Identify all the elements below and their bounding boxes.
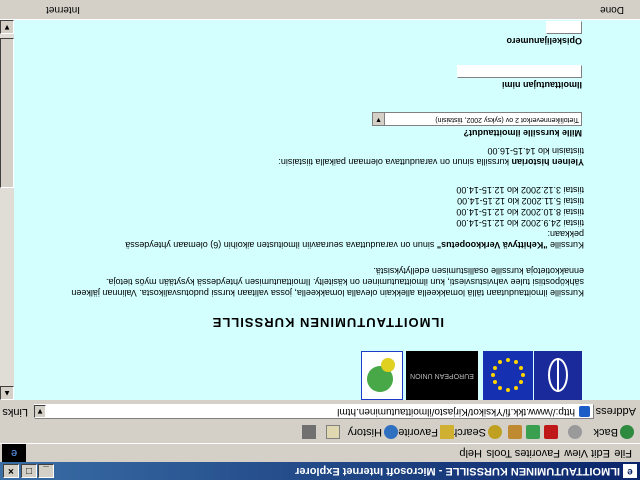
university-logo [534,351,582,400]
print-button[interactable] [300,424,316,440]
vertical-scrollbar[interactable]: ▲ ▼ [0,20,14,400]
close-button[interactable]: × [3,464,19,478]
history-icon [384,424,398,439]
eu-stars-icon [491,358,525,392]
course1-prefix: Kurssille [549,240,584,250]
favorites-button[interactable]: Favorites [393,424,454,440]
status-text: Done [600,4,624,15]
eu-flag-logo [483,351,533,400]
scroll-up-button[interactable]: ▲ [0,386,14,400]
course1-label: pekkaan: [547,229,584,239]
favorites-label: Favorites [392,426,438,438]
print-icon [302,424,316,439]
crest-icon [548,358,568,392]
window-title: ILMOITTAUTUMINEN KURSSILLE - Microsoft I… [295,465,620,477]
back-button[interactable]: Back [594,424,634,440]
course2-text: Yleinen historian kurssilla sinun on var… [278,156,584,167]
student-number-input[interactable] [546,21,582,34]
course-question-label: Mille kurssille ilmoittaudut? [463,128,582,138]
home-button[interactable] [506,424,522,440]
course1-suffix: sinun on varauduttava seuraaviin ilmoitu… [125,240,435,250]
status-bar: Done Internet [0,0,640,20]
screen: e ILMOITTAUTUMINEN KURSSILLE - Microsoft… [0,0,640,480]
intro-line-2: sähköpostiisi tulee vahvistusviesti, kun… [105,277,584,287]
green-globe-icon [367,358,395,392]
page-content: EUROPEAN UNION ILMOITTAUTUMINEN KURSSILL… [14,20,640,400]
menu-tools[interactable]: Tools [486,447,512,459]
zone-text: Internet [46,4,80,15]
menu-bar: File Edit View Favorites Tools Help e [0,444,640,462]
course2-suffix: kurssilla sinun on varauduttava olemaan … [278,157,509,167]
european-union-logo: EUROPEAN UNION [406,351,478,400]
back-label: Back [593,426,618,438]
menu-help[interactable]: Help [459,447,482,459]
ie-throbber-icon: e [2,444,26,462]
page-title: ILMOITTAUTUMINEN KURSSILLE [211,315,444,330]
menu-file[interactable]: File [614,447,632,459]
course2-prefix: Yleinen historian [511,157,584,167]
date-item: tiistai 5.11.2002 klo 12.15-14.00 [457,196,584,206]
address-input[interactable]: http://www.tkk.fi/Yksikot/Kirjasto/ilmoi… [34,404,594,419]
forward-button[interactable] [566,424,582,440]
maximize-button[interactable]: □ [21,464,37,478]
home-icon [508,424,522,439]
name-input[interactable] [457,65,582,78]
ie-icon: e [623,464,637,478]
history-label: History [347,426,382,438]
course1-name: "Kehittyvä Verkkoopetus" [436,240,548,250]
search-button[interactable]: Search [451,424,502,440]
address-url: http://www.tkk.fi/Yksikot/Kirjasto/ilmoi… [337,406,575,417]
name-label: Ilmoittautujan nimi [502,80,582,90]
intro-line-3: ennakkotietoja kurssille osallistumisen … [373,266,584,276]
course1-text: Kurssille "Kehittyvä Verkkoopetus" sinun… [125,239,584,250]
date-item: tiistai 8.10.2002 klo 12.15-14.00 [456,207,584,217]
stop-button[interactable] [542,424,558,440]
chevron-down-icon[interactable]: ▼ [373,113,385,125]
mail-button[interactable] [324,424,340,440]
project-logo [361,351,403,400]
address-bar: Address http://www.tkk.fi/Yksikot/Kirjas… [0,401,640,421]
refresh-icon [526,424,540,439]
course-select[interactable]: Tietoliikenneverkot 2 ov (syksy 2002, ti… [372,112,582,126]
menu-edit[interactable]: Edit [591,447,610,459]
menu-favorites[interactable]: Favorites [515,447,560,459]
history-button[interactable]: History [348,424,398,440]
forward-arrow-icon [568,424,582,439]
course-select-value: Tietoliikenneverkot 2 ov (syksy 2002, ti… [435,116,579,123]
mail-icon [326,424,340,439]
date-item: tiistai 3.12.2002 klo 12.15-14.00 [456,185,584,195]
scroll-thumb[interactable] [0,38,14,188]
menu-view[interactable]: View [564,447,588,459]
course2-time: tiistaisin klo 14.15-16.00 [487,146,584,156]
toolbar: Back Search Favorites History [0,420,640,444]
title-bar[interactable]: e ILMOITTAUTUMINEN KURSSILLE - Microsoft… [0,462,640,480]
address-dropdown-button[interactable]: ▼ [34,405,46,418]
student-number-label: Opiskelijanumero [506,36,582,46]
search-icon [488,424,502,439]
search-label: Search [451,426,486,438]
stop-icon [544,424,558,439]
address-label: Address [595,405,636,417]
date-item: tiistai 24.9.2002 klo 12.15-14.00 [456,218,584,228]
back-arrow-icon [620,424,634,439]
scroll-down-button[interactable]: ▼ [0,20,14,34]
refresh-button[interactable] [524,424,540,440]
intro-line-1: Kurssille ilmoittaudutaan tällä lomakkee… [71,288,584,298]
links-button[interactable]: Links [2,406,28,418]
page-icon [579,406,590,417]
favorites-icon [440,424,454,439]
minimize-button[interactable]: _ [38,464,54,478]
